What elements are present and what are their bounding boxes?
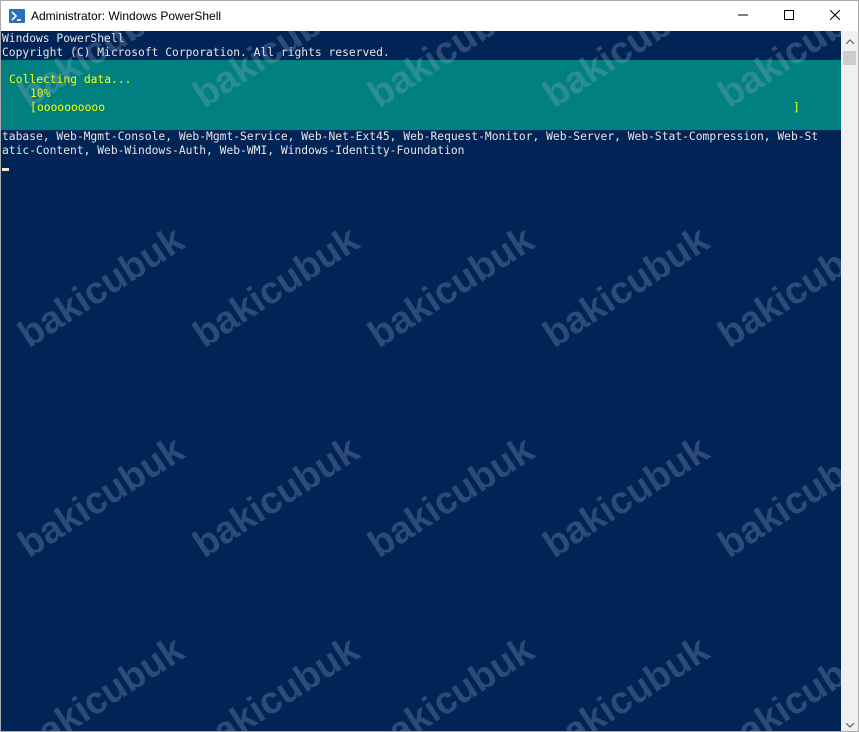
powershell-window: Administrator: Windows PowerShell Window… (0, 0, 859, 732)
progress-activity: Collecting data... (9, 73, 132, 86)
watermark-text: bakicubuk (11, 428, 192, 567)
progress-percent: 10% (30, 87, 51, 100)
console-copyright-line: Copyright (C) Microsoft Corporation. All… (2, 46, 390, 59)
progress-bar-fill: oooooooooo (37, 101, 106, 114)
watermark-text: bakicubuk (536, 628, 717, 732)
text-cursor (2, 168, 9, 171)
watermark-text: bakicubuk (711, 428, 841, 567)
minimize-icon (738, 7, 748, 25)
window-title: Administrator: Windows PowerShell (31, 9, 222, 23)
scroll-down-button[interactable] (841, 715, 858, 732)
watermark-text: bakicubuk (536, 218, 717, 357)
watermark-text: bakicubuk (186, 218, 367, 357)
watermark-text: bakicubuk (536, 428, 717, 567)
progress-bar-close: ] (793, 101, 800, 114)
console-area[interactable]: Windows PowerShell Copyright (C) Microso… (1, 31, 841, 732)
scroll-up-button[interactable] (841, 31, 858, 48)
console-header-line: Windows PowerShell (2, 32, 125, 45)
maximize-button[interactable] (766, 1, 812, 31)
progress-bar-open: [ (30, 101, 37, 114)
vertical-scrollbar[interactable] (841, 31, 858, 732)
chevron-down-icon (845, 715, 854, 732)
watermark-text: bakicubuk (186, 628, 367, 732)
watermark-text: bakicubuk (361, 218, 542, 357)
close-icon (829, 7, 841, 25)
watermark-text: bakicubuk (361, 628, 542, 732)
watermark-text: bakicubuk (361, 428, 542, 567)
progress-panel: Collecting data... 10% [ oooooooooo ] (1, 60, 841, 130)
console-output-line: atic-Content, Web-Windows-Auth, Web-WMI,… (2, 144, 465, 157)
maximize-icon (784, 7, 794, 25)
powershell-icon[interactable] (9, 8, 25, 24)
scrollbar-thumb[interactable] (843, 51, 856, 65)
close-button[interactable] (812, 1, 858, 31)
chevron-up-icon (845, 31, 854, 49)
watermark-text: bakicubuk (711, 218, 841, 357)
watermark-text: bakicubuk (11, 628, 192, 732)
minimize-button[interactable] (720, 1, 766, 31)
watermark-text: bakicubuk (186, 428, 367, 567)
title-bar[interactable]: Administrator: Windows PowerShell (1, 1, 858, 31)
watermark-text: bakicubuk (711, 628, 841, 732)
watermark-text: bakicubuk (11, 218, 192, 357)
console-output-line: tabase, Web-Mgmt-Console, Web-Mgmt-Servi… (2, 130, 819, 143)
